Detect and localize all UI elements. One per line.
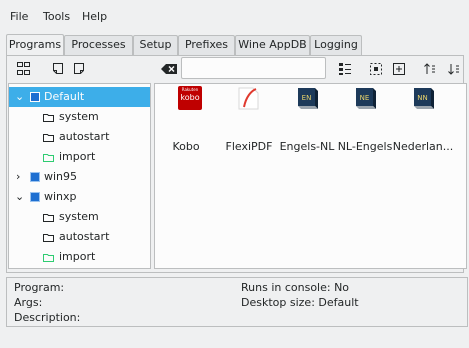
tab-programs[interactable]: Programs <box>6 34 64 55</box>
tab-processes[interactable]: Processes <box>64 35 133 55</box>
runs-in-console-label: Runs in console: No <box>241 281 350 294</box>
prefix-tree: ⌄ Default system autostart import › win9… <box>8 83 151 269</box>
collapse-arrow-icon[interactable]: › <box>16 167 20 187</box>
tab-setup[interactable]: Setup <box>133 35 178 55</box>
menu-help[interactable]: Help <box>82 10 107 24</box>
details-view-icon[interactable] <box>337 61 353 77</box>
tab-wine-appdb[interactable]: Wine AppDB <box>235 35 310 55</box>
tab-logging[interactable]: Logging <box>310 35 362 55</box>
folder-import-icon <box>43 254 54 262</box>
clear-search-icon[interactable] <box>160 61 178 77</box>
tree-item-win95[interactable]: › win95 <box>9 167 150 187</box>
program-icon-view: Rakuten kobo Kobo FlexiPDF EN Engels-NL … <box>154 83 467 269</box>
flexipdf-icon <box>238 87 259 110</box>
folder-icon <box>43 114 54 122</box>
description-label: Description: <box>14 311 81 324</box>
dictionary-icon: NN <box>414 88 434 109</box>
select-all-icon[interactable] <box>368 61 384 77</box>
expand-arrow-icon[interactable]: ⌄ <box>15 187 24 207</box>
wine-prefix-icon <box>30 172 40 182</box>
app-nederlands[interactable]: NN Nederlan... <box>388 84 458 154</box>
tree-item-default[interactable]: ⌄ Default <box>9 87 150 107</box>
folder-icon <box>43 214 54 222</box>
search-input[interactable] <box>181 57 326 79</box>
tree-item-import[interactable]: import <box>9 247 150 267</box>
folder-icon <box>43 134 54 142</box>
tree-item-system[interactable]: system <box>9 207 150 227</box>
tree-item-winxp[interactable]: ⌄ winxp <box>9 187 150 207</box>
tree-item-autostart[interactable]: autostart <box>9 227 150 247</box>
svg-text:NE: NE <box>360 94 370 102</box>
program-label: Program: <box>14 281 65 294</box>
menu-tools[interactable]: Tools <box>43 10 70 24</box>
sort-descending-icon[interactable] <box>446 61 462 77</box>
dictionary-icon: NE <box>356 88 376 109</box>
new-launcher-icon[interactable] <box>50 61 66 77</box>
svg-text:EN: EN <box>302 94 312 102</box>
wine-prefix-icon <box>30 92 40 102</box>
svg-text:NN: NN <box>417 94 427 102</box>
new-document-icon[interactable] <box>71 61 87 77</box>
folder-import-icon <box>43 154 54 162</box>
args-label: Args: <box>14 296 43 309</box>
tree-item-import[interactable]: import <box>9 147 150 167</box>
invert-selection-icon[interactable] <box>391 61 407 77</box>
menu-file[interactable]: File <box>10 10 28 24</box>
sort-ascending-icon[interactable] <box>422 61 438 77</box>
dictionary-icon: EN <box>298 88 318 109</box>
wine-prefix-icon <box>30 192 40 202</box>
tree-item-autostart[interactable]: autostart <box>9 127 150 147</box>
tree-item-system[interactable]: system <box>9 107 150 127</box>
folder-icon <box>43 234 54 242</box>
program-info-panel: Program: Args: Description: Runs in cons… <box>6 277 468 327</box>
view-tree-icon[interactable] <box>16 61 32 77</box>
tab-prefixes[interactable]: Prefixes <box>178 35 235 55</box>
desktop-size-label: Desktop size: Default <box>241 296 359 309</box>
expand-arrow-icon[interactable]: ⌄ <box>15 87 24 107</box>
menu-bar: File Tools Help <box>0 0 469 26</box>
kobo-icon: Rakuten kobo <box>178 86 202 110</box>
